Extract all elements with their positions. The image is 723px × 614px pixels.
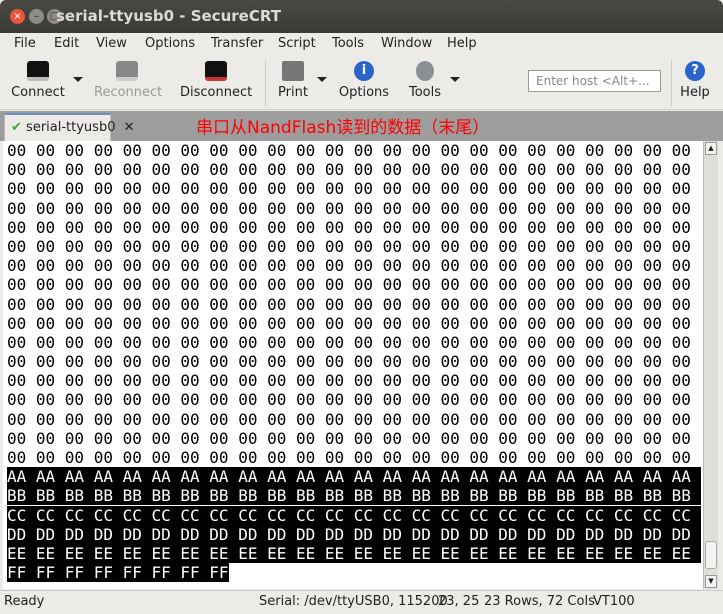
scrollbar-thumb[interactable] <box>705 541 717 569</box>
status-emulation: VT100 <box>593 594 635 609</box>
reconnect-icon <box>116 61 138 81</box>
terminal-line-selected: AA AA AA AA AA AA AA AA AA AA AA AA AA A… <box>7 467 703 487</box>
check-icon: ✔ <box>11 120 22 135</box>
terminal-line-selected: BB BB BB BB BB BB BB BB BB BB BB BB BB B… <box>7 486 703 506</box>
terminal-output[interactable]: 00 00 00 00 00 00 00 00 00 00 00 00 00 0… <box>3 141 703 589</box>
tab-bar: ✔ serial-ttyusb0 ✕ 串口从NandFlash读到的数据（末尾） <box>0 111 723 141</box>
disconnect-icon <box>205 61 227 81</box>
terminal-line-selected: CC CC CC CC CC CC CC CC CC CC CC CC CC C… <box>7 505 703 525</box>
annotation-text: 串口从NandFlash读到的数据（末尾） <box>196 118 490 138</box>
terminal-line-selected: FF FF FF FF FF FF FF FF <box>7 563 703 583</box>
toolbar: Connect Reconnect Disconnect Print i Opt… <box>0 55 723 110</box>
terminal-line-selected: EE EE EE EE EE EE EE EE EE EE EE EE EE E… <box>7 543 703 563</box>
terminal-line: 00 00 00 00 00 00 00 00 00 00 00 00 00 0… <box>7 275 691 295</box>
status-bar: Ready Serial: /dev/ttyUSB0, 115200 23, 2… <box>0 590 723 614</box>
status-cursor: 23, 25 <box>438 594 480 609</box>
connect-button[interactable]: Connect <box>8 55 68 100</box>
close-tab-icon[interactable]: ✕ <box>124 120 135 135</box>
terminal-line: 00 00 00 00 00 00 00 00 00 00 00 00 00 0… <box>7 448 691 467</box>
disconnect-button[interactable]: Disconnect <box>180 55 252 100</box>
terminal-line: 00 00 00 00 00 00 00 00 00 00 00 00 00 0… <box>7 332 691 352</box>
selected-text: DD DD DD DD DD DD DD DD DD DD DD DD DD D… <box>7 524 701 544</box>
close-window-button[interactable]: × <box>10 9 25 24</box>
terminal-line: 00 00 00 00 00 00 00 00 00 00 00 00 00 0… <box>7 428 691 448</box>
scroll-down-arrow[interactable]: ▼ <box>705 575 717 588</box>
terminal-line: 00 00 00 00 00 00 00 00 00 00 00 00 00 0… <box>7 371 691 391</box>
menu-script[interactable]: Script <box>278 36 316 51</box>
terminal-line: 00 00 00 00 00 00 00 00 00 00 00 00 00 0… <box>7 179 691 199</box>
window-title: serial-ttyusb0 - SecureCRT <box>56 7 281 25</box>
options-button[interactable]: i Options <box>338 55 390 100</box>
menu-view[interactable]: View <box>96 36 127 51</box>
selected-text: BB BB BB BB BB BB BB BB BB BB BB BB BB B… <box>7 486 701 506</box>
print-dropdown-arrow[interactable] <box>317 77 327 82</box>
tab-serial-ttyusb0[interactable]: ✔ serial-ttyusb0 ✕ <box>4 113 135 141</box>
help-icon: ? <box>685 61 705 81</box>
terminal-line: 00 00 00 00 00 00 00 00 00 00 00 00 00 0… <box>7 236 691 256</box>
terminal-line-selected: DD DD DD DD DD DD DD DD DD DD DD DD DD D… <box>7 524 703 544</box>
reconnect-button[interactable]: Reconnect <box>94 55 162 100</box>
terminal-line: 00 00 00 00 00 00 00 00 00 00 00 00 00 0… <box>7 352 691 372</box>
print-button[interactable]: Print <box>275 55 311 100</box>
terminal-line: 00 00 00 00 00 00 00 00 00 00 00 00 00 0… <box>7 313 691 333</box>
host-input[interactable]: Enter host <Alt+... <box>528 70 661 92</box>
selected-text: EE EE EE EE EE EE EE EE EE EE EE EE EE E… <box>7 543 701 563</box>
tools-dropdown-arrow[interactable] <box>450 77 460 82</box>
terminal-line: 00 00 00 00 00 00 00 00 00 00 00 00 00 0… <box>7 390 691 410</box>
terminal-line: 00 00 00 00 00 00 00 00 00 00 00 00 00 0… <box>7 409 691 429</box>
menu-help[interactable]: Help <box>447 36 477 51</box>
gear-icon <box>416 61 434 81</box>
selected-text: CC CC CC CC CC CC CC CC CC CC CC CC CC C… <box>7 505 701 525</box>
menu-window[interactable]: Window <box>381 36 432 51</box>
terminal-line: 00 00 00 00 00 00 00 00 00 00 00 00 00 0… <box>7 256 691 276</box>
tools-button[interactable]: Tools <box>405 55 445 100</box>
terminal-icon <box>27 61 49 81</box>
selected-text: FF FF FF FF FF FF FF FF <box>7 563 229 583</box>
status-connection: Serial: /dev/ttyUSB0, 115200 <box>259 594 448 609</box>
minimize-window-button[interactable]: – <box>29 9 44 24</box>
menu-tools[interactable]: Tools <box>332 36 364 51</box>
help-button[interactable]: ? Help <box>678 55 712 100</box>
selected-text: AA AA AA AA AA AA AA AA AA AA AA AA AA A… <box>7 467 701 487</box>
menu-edit[interactable]: Edit <box>54 36 79 51</box>
printer-icon <box>282 61 304 81</box>
status-size: 23 Rows, 72 Cols <box>484 594 595 609</box>
menu-transfer[interactable]: Transfer <box>211 36 263 51</box>
vertical-scrollbar[interactable]: ▲ ▼ <box>703 141 718 589</box>
terminal-line: 00 00 00 00 00 00 00 00 00 00 00 00 00 0… <box>7 141 691 160</box>
info-icon: i <box>354 61 374 81</box>
terminal-line: 00 00 00 00 00 00 00 00 00 00 00 00 00 0… <box>7 217 691 237</box>
toolbar-separator <box>671 60 672 106</box>
menu-options[interactable]: Options <box>145 36 195 51</box>
terminal-line: 00 00 00 00 00 00 00 00 00 00 00 00 00 0… <box>7 198 691 218</box>
menu-file[interactable]: File <box>14 36 36 51</box>
menu-bar: File Edit View Options Transfer Script T… <box>0 33 723 55</box>
terminal-line: 00 00 00 00 00 00 00 00 00 00 00 00 00 0… <box>7 294 691 314</box>
title-bar: × – □ serial-ttyusb0 - SecureCRT <box>0 0 723 33</box>
terminal-line: 00 00 00 00 00 00 00 00 00 00 00 00 00 0… <box>7 160 691 180</box>
scroll-up-arrow[interactable]: ▲ <box>705 142 717 155</box>
connect-dropdown-arrow[interactable] <box>73 77 83 82</box>
toolbar-separator <box>265 60 266 106</box>
status-ready: Ready <box>4 594 45 609</box>
